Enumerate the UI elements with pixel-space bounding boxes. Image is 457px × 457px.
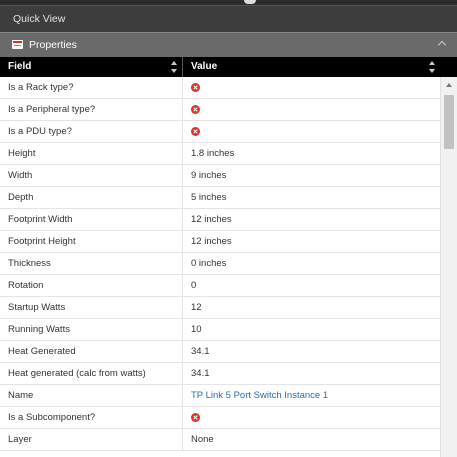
field-cell: Is a PDU type? [0,121,183,143]
value-cell: 0 inches [191,258,227,269]
false-x-icon [191,127,200,136]
column-header-value[interactable]: Value [183,57,440,77]
field-cell: Running Watts [0,319,183,341]
scroll-up-arrow-icon[interactable] [446,83,452,87]
field-cell: Footprint Width [0,209,183,231]
field-cell: Layer [0,429,183,451]
table-row[interactable]: Footprint Height 12 inches [0,231,440,253]
value-cell: 9 inches [191,170,227,181]
false-x-icon [191,83,200,92]
table-row[interactable]: Heat Generated 34.1 [0,341,440,363]
value-cell: 1.8 inches [191,148,235,159]
field-cell: Depth [0,187,183,209]
value-cell: 12 [191,302,202,313]
value-cell: 12 inches [191,214,232,225]
table-row[interactable]: Thickness 0 inches [0,253,440,275]
table-row[interactable]: Running Watts 10 [0,319,440,341]
table-row[interactable]: Name TP Link 5 Port Switch Instance 1 [0,385,440,407]
table-row[interactable]: Is a PDU type? [0,121,440,143]
field-cell: Is a Peripheral type? [0,99,183,121]
false-x-icon [191,413,200,422]
scrollbar-header-spacer [440,57,457,77]
field-cell: Thickness [0,253,183,275]
table-row[interactable]: Width 9 inches [0,165,440,187]
window-handle[interactable] [244,0,256,4]
field-cell: Heat generated (calc from watts) [0,363,183,385]
table-header: Field Value [0,57,440,77]
table-row[interactable]: Heat generated (calc from watts) 34.1 [0,363,440,385]
quick-view-header: Quick View [0,5,457,32]
value-cell: 34.1 [191,368,210,379]
table-row[interactable]: Is a Subcomponent? [0,407,440,429]
column-header-field[interactable]: Field [0,57,183,77]
table-row[interactable]: Layer None [0,429,440,451]
value-cell: None [191,434,214,445]
quick-view-title: Quick View [13,13,66,25]
value-cell: 0 [191,280,197,291]
sort-icon[interactable] [171,61,177,73]
field-cell: Footprint Height [0,231,183,253]
value-cell: 10 [191,324,202,335]
scrollbar-thumb[interactable] [444,95,454,149]
field-cell: Is a Subcomponent? [0,407,183,429]
properties-section-header[interactable]: Properties [0,32,457,57]
column-header-value-label: Value [191,61,218,72]
table-row[interactable]: Rotation 0 [0,275,440,297]
column-header-field-label: Field [8,61,32,72]
name-link[interactable]: TP Link 5 Port Switch Instance 1 [183,385,440,407]
sort-icon[interactable] [429,61,435,73]
table-row[interactable]: Is a Rack type? [0,77,440,99]
field-cell: Is a Rack type? [0,77,183,99]
properties-title: Properties [29,39,77,51]
field-cell: Width [0,165,183,187]
value-cell: 34.1 [191,346,210,357]
table-row[interactable]: Footprint Width 12 inches [0,209,440,231]
vertical-scrollbar[interactable] [440,77,457,457]
table-row[interactable]: Height 1.8 inches [0,143,440,165]
table-row[interactable]: Is a Peripheral type? [0,99,440,121]
value-cell: 12 inches [191,236,232,247]
field-cell: Name [0,385,183,407]
table-row[interactable]: Startup Watts 12 [0,297,440,319]
properties-table-body: Is a Rack type? Is a Peripheral type? Is a… [0,77,440,457]
chevron-up-icon[interactable] [437,40,447,50]
field-cell: Heat Generated [0,341,183,363]
value-cell: 5 inches [191,192,227,203]
properties-panel-icon [12,40,23,49]
value-cell [183,77,440,99]
field-cell: Height [0,143,183,165]
value-cell [183,121,440,143]
false-x-icon [191,105,200,114]
field-cell: Startup Watts [0,297,183,319]
field-cell: Rotation [0,275,183,297]
table-row[interactable]: Depth 5 inches [0,187,440,209]
value-cell [183,407,440,429]
value-cell [183,99,440,121]
